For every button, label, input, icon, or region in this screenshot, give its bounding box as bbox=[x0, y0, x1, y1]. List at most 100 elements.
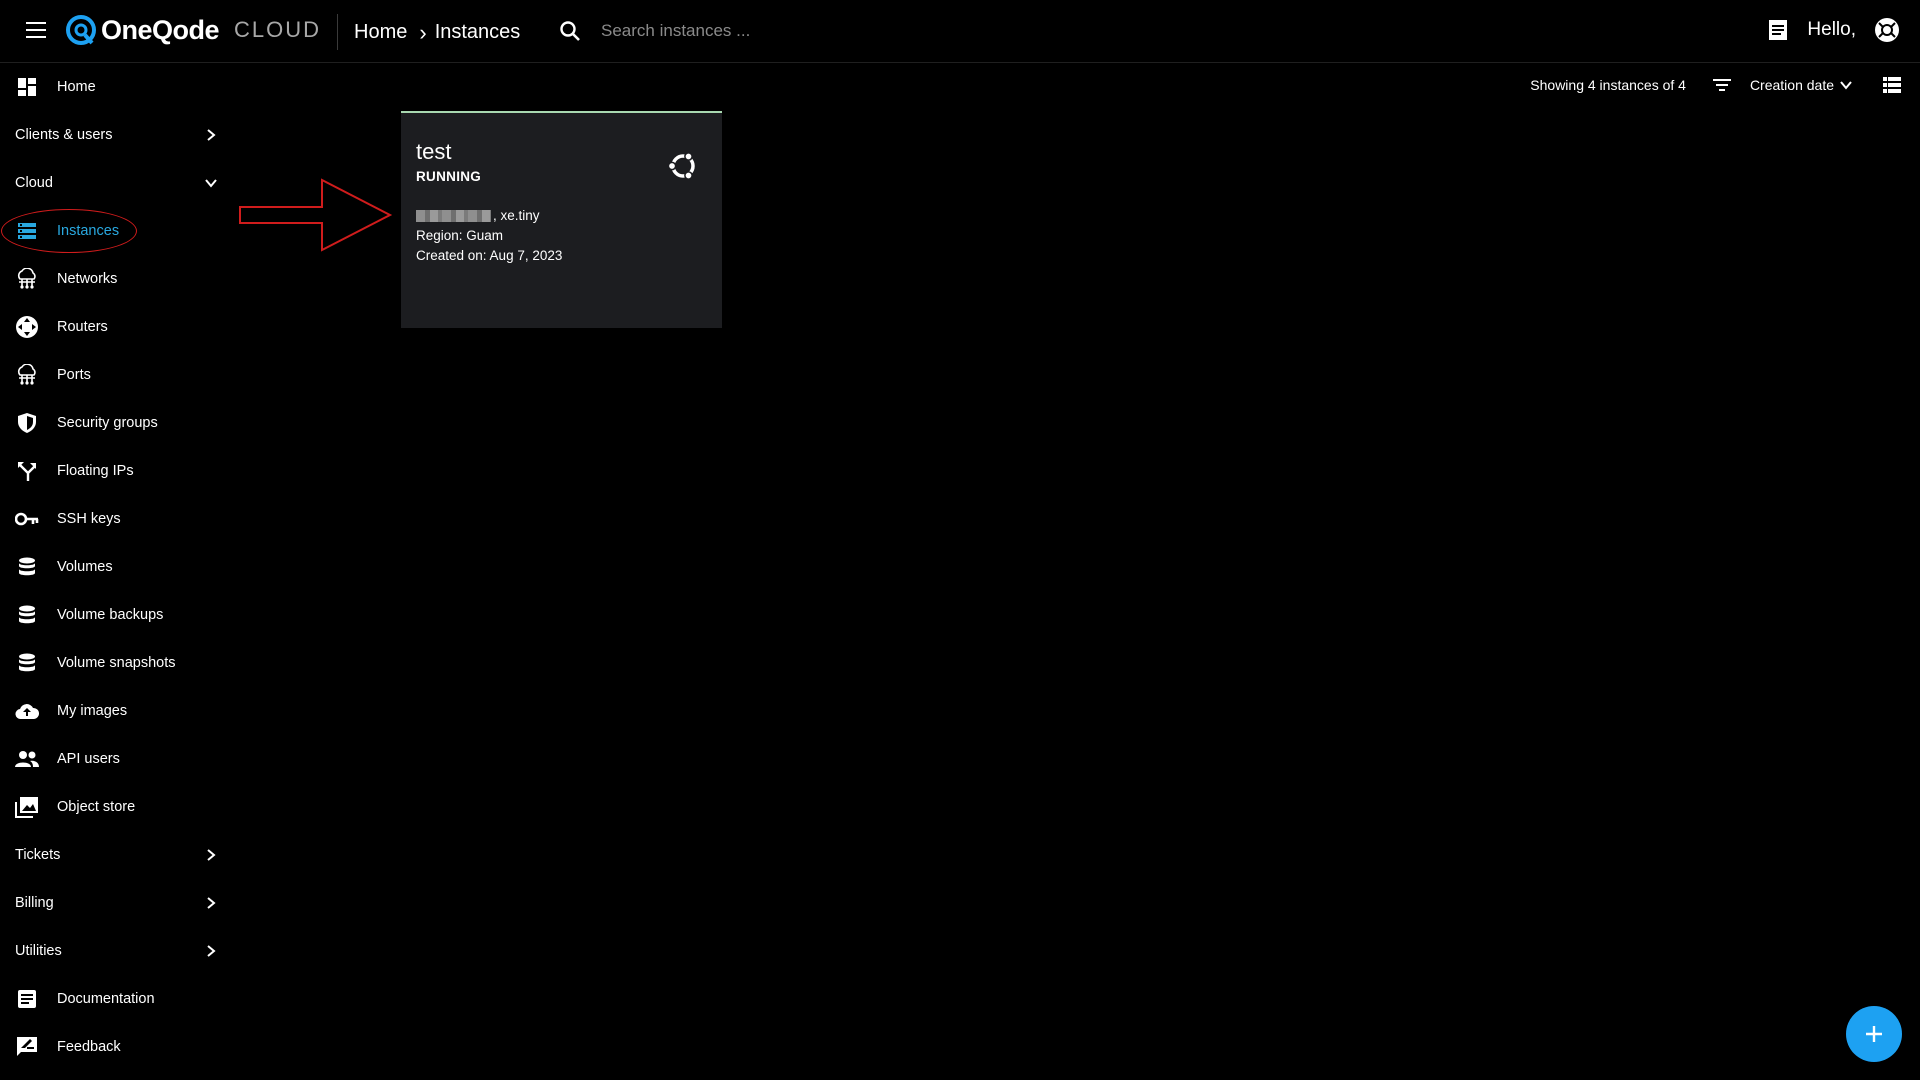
chevron-down-icon bbox=[1840, 81, 1852, 90]
breadcrumb-separator-icon: › bbox=[419, 19, 427, 45]
filter-icon[interactable] bbox=[1712, 77, 1732, 93]
database-icon bbox=[15, 555, 39, 579]
sidebar-item-label: API users bbox=[57, 751, 120, 767]
logo-text: OneQode bbox=[101, 14, 220, 45]
sidebar-item-label: Utilities bbox=[15, 943, 62, 959]
list-view-icon[interactable] bbox=[1882, 76, 1902, 94]
add-instance-button[interactable] bbox=[1846, 1006, 1902, 1062]
sidebar-item-label: Clients & users bbox=[15, 127, 113, 143]
sidebar-item-label: Home bbox=[57, 79, 96, 95]
instance-flavor-text: , xe.tiny bbox=[493, 208, 540, 223]
search-bar bbox=[559, 20, 903, 42]
instance-status: RUNNING bbox=[416, 169, 482, 184]
menu-icon[interactable] bbox=[26, 22, 46, 38]
breadcrumb-home[interactable]: Home bbox=[354, 21, 407, 44]
sidebar-item-networks[interactable]: Networks bbox=[0, 259, 228, 299]
sidebar-item-label: My images bbox=[57, 703, 128, 719]
chevron-down-icon bbox=[205, 179, 217, 188]
annotation-arrow-icon bbox=[239, 178, 393, 252]
dashboard-icon bbox=[15, 75, 39, 99]
networks-icon bbox=[15, 267, 39, 291]
logo[interactable]: OneQode CLOUD bbox=[65, 14, 321, 46]
top-bar: OneQode CLOUD Home › Instances Hello, bbox=[0, 0, 1920, 63]
search-input[interactable] bbox=[599, 20, 903, 42]
feedback-icon bbox=[15, 1035, 39, 1059]
sidebar-item-label: Floating IPs bbox=[57, 463, 134, 479]
sidebar-item-security-groups[interactable]: Security groups bbox=[0, 403, 228, 443]
header-actions: Hello, bbox=[1767, 17, 1900, 43]
instance-created: Created on: Aug 7, 2023 bbox=[416, 248, 563, 263]
sidebar-item-documentation[interactable]: Documentation bbox=[0, 979, 228, 1019]
sort-dropdown[interactable]: Creation date bbox=[1750, 77, 1854, 93]
user-avatar-icon[interactable] bbox=[1874, 17, 1900, 43]
greeting-text: Hello, bbox=[1807, 19, 1856, 40]
list-toolbar: Showing 4 instances of 4 Creation date bbox=[1530, 74, 1902, 96]
instance-region: Region: Guam bbox=[416, 228, 504, 243]
users-icon bbox=[15, 747, 39, 771]
sidebar-item-label: Feedback bbox=[57, 1039, 121, 1055]
notes-icon[interactable] bbox=[1767, 17, 1789, 43]
search-icon[interactable] bbox=[559, 20, 581, 42]
database-icon bbox=[15, 603, 39, 627]
sidebar-section-billing[interactable]: Billing bbox=[0, 883, 228, 923]
sidebar-item-label: Ports bbox=[57, 367, 91, 383]
sidebar-item-object-store[interactable]: Object store bbox=[0, 787, 228, 827]
sidebar-item-volumes[interactable]: Volumes bbox=[0, 547, 228, 587]
sidebar-item-label: Routers bbox=[57, 319, 108, 335]
sidebar-item-label: Volume backups bbox=[57, 607, 164, 623]
sidebar-item-ports[interactable]: Ports bbox=[0, 355, 228, 395]
sidebar-item-volume-snapshots[interactable]: Volume snapshots bbox=[0, 643, 228, 683]
breadcrumb: Home › Instances bbox=[354, 21, 520, 44]
redacted-text bbox=[416, 209, 491, 222]
chevron-right-icon bbox=[207, 945, 216, 957]
ports-icon bbox=[15, 363, 39, 387]
chevron-right-icon bbox=[207, 129, 216, 141]
header-divider bbox=[337, 14, 338, 50]
sidebar-section-clients-users[interactable]: Clients & users bbox=[0, 115, 228, 155]
sidebar-item-label: Billing bbox=[15, 895, 54, 911]
sidebar-item-label: Documentation bbox=[57, 991, 155, 1007]
sidebar-item-floating-ips[interactable]: Floating IPs bbox=[0, 451, 228, 491]
instances-icon bbox=[15, 219, 39, 243]
sidebar-item-label: Cloud bbox=[15, 175, 53, 191]
sidebar-item-label: Volumes bbox=[57, 559, 113, 575]
database-icon bbox=[15, 651, 39, 675]
sidebar-item-volume-backups[interactable]: Volume backups bbox=[0, 595, 228, 635]
logo-suffix: CLOUD bbox=[234, 17, 322, 42]
sort-label: Creation date bbox=[1749, 77, 1834, 93]
document-icon bbox=[15, 987, 39, 1011]
cloud-upload-icon bbox=[15, 699, 39, 723]
instance-count-text: Showing 4 instances of 4 bbox=[1530, 77, 1686, 93]
instance-flavor: , xe.tiny bbox=[416, 208, 540, 223]
sidebar-item-feedback[interactable]: Feedback bbox=[0, 1027, 228, 1067]
plus-icon bbox=[1866, 1026, 1882, 1042]
logo-icon bbox=[66, 15, 96, 45]
breadcrumb-instances: Instances bbox=[434, 21, 521, 43]
routers-icon bbox=[15, 315, 39, 339]
chevron-right-icon bbox=[207, 849, 216, 861]
sidebar-item-instances[interactable]: Instances bbox=[0, 211, 228, 251]
sidebar-section-tickets[interactable]: Tickets bbox=[0, 835, 228, 875]
sidebar-item-label: Tickets bbox=[15, 847, 61, 863]
sidebar-item-ssh-keys[interactable]: SSH keys bbox=[0, 499, 228, 539]
sidebar-item-my-images[interactable]: My images bbox=[0, 691, 228, 731]
sidebar-item-routers[interactable]: Routers bbox=[0, 307, 228, 347]
sidebar-section-utilities[interactable]: Utilities bbox=[0, 931, 228, 971]
sidebar-item-label: Networks bbox=[57, 271, 118, 287]
images-icon bbox=[15, 795, 39, 819]
sidebar-item-label: Object store bbox=[57, 799, 136, 815]
key-icon bbox=[15, 507, 39, 531]
shield-icon bbox=[15, 411, 39, 435]
ubuntu-icon bbox=[667, 152, 695, 180]
instance-card[interactable]: test RUNNING , xe.tiny Region: Guam Crea… bbox=[401, 111, 722, 328]
sidebar-item-label: Security groups bbox=[57, 415, 158, 431]
instance-name: test bbox=[416, 139, 452, 164]
sidebar-item-label: Volume snapshots bbox=[57, 655, 176, 671]
sidebar-section-cloud[interactable]: Cloud bbox=[0, 163, 228, 203]
sidebar-item-home[interactable]: Home bbox=[0, 67, 228, 107]
floating-ip-icon bbox=[15, 459, 39, 483]
sidebar-item-api-users[interactable]: API users bbox=[0, 739, 228, 779]
sidebar-item-label: SSH keys bbox=[57, 511, 121, 527]
sidebar-item-label: Instances bbox=[57, 223, 120, 239]
chevron-right-icon bbox=[207, 897, 216, 909]
